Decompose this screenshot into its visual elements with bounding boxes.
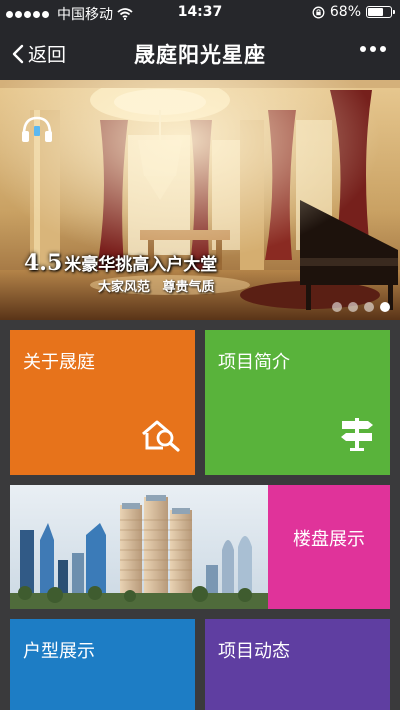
headphones-icon bbox=[22, 116, 52, 142]
floorplans-tile[interactable]: 户型展示 bbox=[10, 619, 195, 710]
about-tile-label: 关于晟庭 bbox=[23, 352, 95, 373]
banner-carousel[interactable]: 4.5 米豪华挑高入户大堂 大家风范 尊贵气质 bbox=[0, 80, 400, 320]
navigation-bar: 返回 晟庭阳光星座 bbox=[0, 26, 400, 80]
status-bar: 中国移动 14:37 68% bbox=[0, 0, 400, 26]
buildings-showcase-tile[interactable]: 楼盘展示 bbox=[268, 485, 390, 609]
banner-headline-number: 4.5 bbox=[24, 250, 63, 276]
more-dot bbox=[360, 46, 366, 52]
battery-level-fill bbox=[368, 8, 383, 16]
project-intro-tile-label: 项目简介 bbox=[218, 352, 290, 373]
more-dot bbox=[380, 46, 386, 52]
battery-percentage: 68% bbox=[329, 4, 361, 20]
project-news-tile[interactable]: 项目动态 bbox=[205, 619, 390, 710]
about-tile[interactable]: 关于晟庭 bbox=[10, 330, 195, 475]
city-skyline-image bbox=[10, 485, 268, 609]
rotation-lock-icon bbox=[312, 6, 325, 18]
carousel-dot[interactable] bbox=[380, 302, 390, 312]
skyline-photo[interactable] bbox=[10, 485, 268, 609]
carousel-dot[interactable] bbox=[348, 302, 358, 312]
carousel-dot[interactable] bbox=[332, 302, 342, 312]
banner-headline: 4.5 米豪华挑高入户大堂 bbox=[24, 250, 217, 276]
battery-icon bbox=[366, 6, 395, 18]
more-dot bbox=[370, 46, 376, 52]
page-title: 晟庭阳光星座 bbox=[134, 43, 266, 67]
more-menu-button[interactable] bbox=[360, 46, 386, 52]
banner-headline-text: 米豪华挑高入户大堂 bbox=[64, 255, 218, 275]
floorplans-tile-label: 户型展示 bbox=[23, 641, 95, 662]
project-intro-tile[interactable]: 项目简介 bbox=[205, 330, 390, 475]
status-right: 68% bbox=[312, 4, 395, 20]
signpost-icon bbox=[338, 414, 376, 457]
carousel-dot[interactable] bbox=[364, 302, 374, 312]
buildings-showcase-tile-label: 楼盘展示 bbox=[293, 529, 365, 550]
house-search-icon bbox=[141, 418, 181, 457]
carousel-pager bbox=[332, 302, 390, 312]
project-news-tile-label: 项目动态 bbox=[218, 641, 290, 662]
banner-subtitle: 大家风范 尊贵气质 bbox=[98, 280, 215, 295]
